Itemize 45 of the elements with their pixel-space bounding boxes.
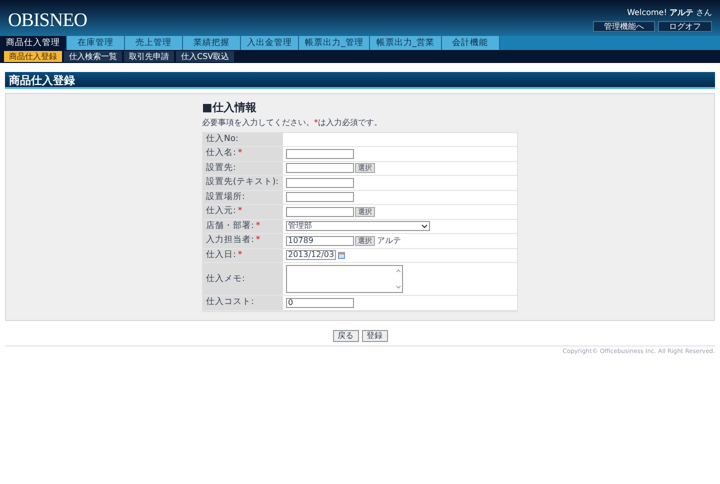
chevron-icon — [421, 224, 428, 229]
nav-tab[interactable]: 入出金管理 — [241, 36, 299, 50]
input-field[interactable]: 0 — [286, 298, 354, 308]
sub-tab[interactable]: 取引先申請 — [124, 51, 174, 62]
dropdown[interactable]: 管理部 — [286, 221, 430, 232]
field-label: 入力担当者: * — [203, 234, 283, 248]
field-label: 仕入日: * — [203, 248, 283, 262]
input-field[interactable] — [286, 192, 354, 202]
field-label: 仕入コスト: — [203, 296, 283, 310]
welcome-text: Welcome! アルテ さん — [627, 7, 712, 19]
page-title: 商品仕入登録 — [5, 72, 715, 89]
assignee-name: アルテ — [377, 234, 401, 247]
field-label: 設置先(テキスト): — [203, 176, 283, 190]
input-field[interactable] — [286, 148, 354, 159]
memo-field[interactable] — [286, 265, 403, 293]
field-label: 仕入No: — [203, 132, 283, 146]
field-label: 店舗・部署: * — [203, 220, 283, 233]
field-label: 仕入名: * — [203, 147, 283, 160]
form-note: 必要事項を入力してください。*は入力必須です。 — [202, 116, 383, 128]
sub-tab[interactable]: 仕入CSV取込 — [176, 51, 234, 62]
nav-tab[interactable]: 在庫管理 — [67, 36, 125, 50]
sub-tab[interactable]: 商品仕入登録 — [4, 51, 62, 62]
nav-tab[interactable]: 会計機能 — [442, 36, 500, 50]
field-label: 設置場所: — [203, 190, 283, 204]
nav-tab[interactable]: 商品仕入管理 — [0, 36, 67, 50]
sub-tab[interactable]: 仕入検索一覧 — [64, 51, 122, 62]
header-button[interactable]: 管理機能へ — [593, 21, 655, 32]
input-field[interactable]: 10789 — [286, 236, 354, 246]
calendar-icon[interactable] — [338, 252, 345, 259]
nav-tab[interactable]: 売上管理 — [125, 36, 183, 50]
input-field[interactable]: 2013/12/03 — [286, 250, 336, 260]
input-field[interactable] — [286, 163, 354, 174]
nav-tab[interactable]: 帳票出力_営業 — [370, 36, 442, 50]
form-button[interactable]: 登録 — [362, 330, 388, 342]
input-field[interactable] — [286, 206, 354, 217]
header-button[interactable]: ログオフ — [658, 21, 712, 32]
input-field[interactable] — [286, 178, 354, 188]
logo: OBISNEO — [8, 9, 88, 33]
field-label: 仕入元: * — [203, 205, 283, 218]
form-button[interactable]: 戻る — [332, 330, 358, 342]
nav-tab[interactable]: 業績把握 — [183, 36, 241, 50]
field-label: 仕入メモ: — [203, 263, 283, 295]
nav-tab[interactable]: 帳票出力_管理 — [299, 36, 370, 50]
section-title: ■仕入情報 — [202, 100, 258, 116]
field-label: 設置先: — [203, 162, 283, 175]
